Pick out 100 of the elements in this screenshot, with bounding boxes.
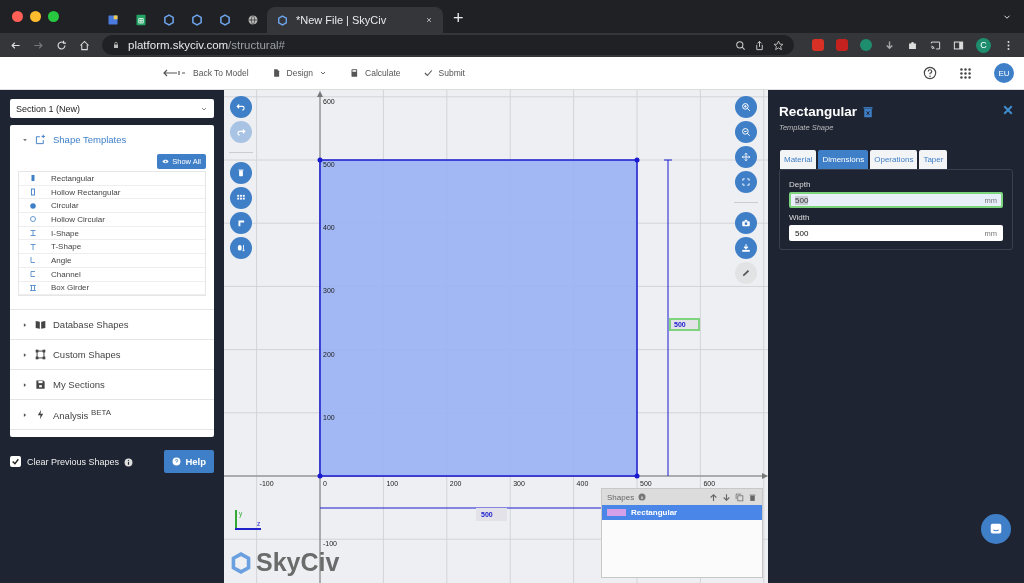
panel-tab[interactable]: Material (780, 150, 817, 169)
undo-icon (236, 102, 246, 112)
maximize-window-icon[interactable] (48, 11, 59, 22)
reload-icon (56, 39, 67, 51)
grid-icon (236, 193, 246, 203)
extension-icon[interactable] (812, 39, 824, 51)
info-icon (638, 493, 647, 501)
hollow-rectangle-icon (29, 188, 37, 197)
user-avatar[interactable]: EU (994, 63, 1014, 83)
vertex-point[interactable] (634, 473, 640, 479)
lock-icon (112, 41, 120, 49)
sidebar-icon (953, 39, 964, 51)
shape-template-item[interactable]: Channel (19, 267, 205, 282)
zoom-out-icon (741, 127, 751, 137)
shape-template-item[interactable]: Circular (19, 199, 205, 214)
zoom-icon (735, 39, 746, 51)
fullscreen-icon (741, 177, 751, 187)
extension-icon[interactable] (860, 39, 872, 51)
chat-button[interactable] (981, 514, 1011, 544)
vector-shape-icon (35, 349, 46, 361)
pan-button[interactable] (735, 146, 757, 168)
delete-button[interactable] (230, 162, 252, 184)
minimize-window-icon[interactable] (30, 11, 41, 22)
new-tab-button[interactable]: + (453, 8, 464, 29)
toolbar-link[interactable]: Design (270, 68, 328, 78)
spreadsheet-icon (135, 14, 147, 26)
zoom-in-icon (741, 102, 751, 112)
logo-text: SkyCiv (256, 548, 340, 577)
download-button[interactable] (735, 237, 757, 259)
vertex-point[interactable] (317, 473, 323, 479)
accordion-header[interactable]: My Sections (10, 370, 214, 400)
check-icon (11, 457, 20, 467)
shape-template-item[interactable]: Box Girder (19, 281, 205, 296)
hollow-circle-icon (29, 215, 37, 224)
vertex-point[interactable] (634, 157, 640, 163)
shape-template-item[interactable]: Rectangular (19, 172, 205, 186)
panel-tab[interactable]: Dimensions (818, 150, 869, 169)
shape-row[interactable]: Rectangular (602, 505, 762, 520)
copy-icon (735, 492, 744, 502)
accordion-header[interactable]: Analysis $^{BETA}$ (10, 400, 214, 430)
caret-icon (319, 69, 328, 77)
extension-icon[interactable] (836, 39, 848, 51)
download-icon (741, 243, 751, 253)
help-icon (923, 66, 937, 80)
hexagon-icon (277, 14, 288, 26)
checkbox[interactable] (10, 456, 21, 468)
close-window-icon[interactable] (12, 11, 23, 22)
toolbar-link[interactable]: Submit (422, 68, 465, 78)
close-icon (425, 16, 433, 24)
checkbox-label: Clear Previous Shapes (27, 456, 120, 467)
check-icon (422, 68, 433, 78)
corner-icon (236, 218, 246, 228)
caret-right-icon (22, 381, 28, 388)
lightning-icon (35, 409, 46, 421)
star-icon (773, 39, 784, 51)
screenshot-button[interactable] (735, 212, 757, 234)
share-icon (754, 39, 765, 51)
toolbar-link[interactable]: Back To Model (163, 61, 249, 85)
globe-icon (247, 14, 259, 26)
zoom-out-button[interactable] (735, 121, 757, 143)
accordion-header[interactable]: Custom Shapes (10, 340, 214, 370)
help-button[interactable]: Help (164, 450, 214, 474)
trash-icon (862, 105, 875, 118)
panel-tab[interactable]: Operations (870, 150, 918, 169)
accordion-header[interactable]: Shape Templates (10, 125, 214, 154)
vertex-point[interactable] (317, 157, 323, 163)
home-icon (79, 39, 90, 51)
shape-template-item[interactable]: I-Shape (19, 226, 205, 241)
snap-button[interactable] (230, 237, 252, 259)
apps-grid-icon (959, 66, 972, 80)
fullscreen-button[interactable] (735, 171, 757, 193)
redo-icon (236, 127, 246, 137)
channel-icon (29, 270, 37, 279)
shape-template-item[interactable]: Hollow Circular (19, 213, 205, 227)
back-icon (10, 39, 21, 51)
undo-button[interactable] (230, 96, 252, 118)
toolbar-link[interactable]: Calculate (349, 68, 401, 78)
grid-button[interactable] (230, 187, 252, 209)
close-icon (1002, 104, 1014, 116)
angle-icon (29, 256, 37, 265)
arrow-up-icon (709, 492, 718, 502)
browser-tab[interactable]: *New File | SkyCiv (267, 7, 443, 33)
eye-icon (162, 158, 170, 165)
zoom-in-button[interactable] (735, 96, 757, 118)
section-select[interactable]: Section 1 (New) (10, 99, 214, 118)
shape-template-item[interactable]: T-Shape (19, 240, 205, 255)
trash-icon (236, 168, 246, 178)
address-bar[interactable]: platform.skyciv.com/structural# (102, 35, 794, 55)
question-icon (172, 457, 182, 467)
info-icon (124, 457, 134, 467)
document-icon (107, 14, 119, 26)
puzzle-icon (907, 39, 918, 51)
hexagon-icon (191, 14, 203, 26)
shape-template-item[interactable]: Angle (19, 254, 205, 268)
corner-button[interactable] (230, 212, 252, 234)
profile-avatar[interactable]: C (976, 37, 991, 53)
panel-tab[interactable]: Taper (919, 150, 948, 169)
hexagon-icon (163, 14, 175, 26)
accordion-header[interactable]: Database Shapes (10, 310, 214, 340)
shape-template-item[interactable]: Hollow Rectangular (19, 185, 205, 200)
